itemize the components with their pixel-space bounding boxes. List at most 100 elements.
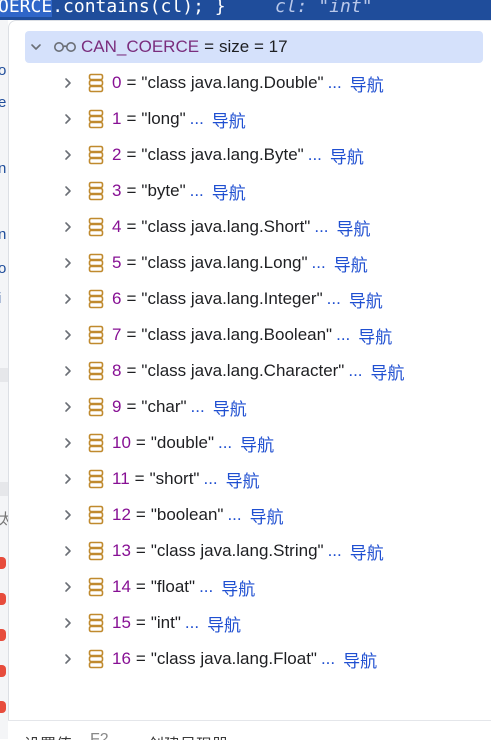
list-item[interactable]: 13 = "class java.lang.String"... 导航 bbox=[9, 533, 491, 569]
editor-code-rest: .contains(cl); } bbox=[52, 0, 226, 17]
item-index: 2 bbox=[112, 145, 122, 164]
expand-ellipsis[interactable]: ... bbox=[314, 217, 328, 237]
list-item[interactable]: 12 = "boolean"... 导航 bbox=[9, 497, 491, 533]
expand-ellipsis[interactable]: ... bbox=[227, 505, 241, 525]
expand-ellipsis[interactable]: ... bbox=[218, 433, 232, 453]
field-stack-icon bbox=[88, 289, 104, 309]
navigate-link[interactable]: 导航 bbox=[221, 575, 255, 600]
chevron-right-icon[interactable] bbox=[57, 252, 79, 274]
chevron-right-icon[interactable] bbox=[57, 432, 79, 454]
expand-ellipsis[interactable]: ... bbox=[191, 397, 205, 417]
list-item[interactable]: 9 = "char"... 导航 bbox=[9, 389, 491, 425]
expand-ellipsis[interactable]: ... bbox=[190, 181, 204, 201]
list-item[interactable]: 3 = "byte"... 导航 bbox=[9, 173, 491, 209]
navigate-link[interactable]: 导航 bbox=[334, 251, 368, 276]
breakpoint-marker[interactable] bbox=[0, 557, 6, 569]
expand-ellipsis[interactable]: ... bbox=[312, 253, 326, 273]
item-value: "class java.lang.Character" bbox=[141, 361, 345, 380]
field-stack-icon bbox=[88, 505, 104, 525]
list-item[interactable]: 10 = "double"... 导航 bbox=[9, 425, 491, 461]
navigate-link[interactable]: 导航 bbox=[212, 107, 246, 132]
chevron-right-icon[interactable] bbox=[57, 324, 79, 346]
gutter-band bbox=[0, 482, 8, 496]
navigate-link[interactable]: 导航 bbox=[212, 179, 246, 204]
expand-ellipsis[interactable]: ... bbox=[185, 613, 199, 633]
list-item[interactable]: 1 = "long"... 导航 bbox=[9, 101, 491, 137]
list-item[interactable]: 8 = "class java.lang.Character"... 导航 bbox=[9, 353, 491, 389]
chevron-right-icon[interactable] bbox=[57, 540, 79, 562]
expand-ellipsis[interactable]: ... bbox=[321, 649, 335, 669]
equals-sign: = bbox=[135, 613, 146, 632]
breakpoint-marker[interactable] bbox=[0, 593, 6, 605]
list-item[interactable]: 11 = "short"... 导航 bbox=[9, 461, 491, 497]
field-stack-icon bbox=[88, 397, 104, 417]
expand-ellipsis[interactable]: ... bbox=[190, 109, 204, 129]
chevron-right-icon[interactable] bbox=[57, 612, 79, 634]
gutter-char: n bbox=[0, 226, 7, 243]
field-stack-icon bbox=[88, 649, 104, 669]
item-value: "float" bbox=[150, 577, 196, 596]
expand-ellipsis[interactable]: ... bbox=[327, 289, 341, 309]
expand-ellipsis[interactable]: ... bbox=[336, 325, 350, 345]
list-item[interactable]: 7 = "class java.lang.Boolean"... 导航 bbox=[9, 317, 491, 353]
list-item[interactable]: 5 = "class java.lang.Long"... 导航 bbox=[9, 245, 491, 281]
navigate-link[interactable]: 导航 bbox=[213, 395, 247, 420]
equals-sign: = bbox=[135, 433, 146, 452]
equals-sign: = bbox=[135, 505, 146, 524]
chevron-right-icon[interactable] bbox=[57, 468, 79, 490]
item-index: 1 bbox=[112, 109, 122, 128]
breakpoint-marker[interactable] bbox=[0, 629, 6, 641]
item-value: "byte" bbox=[141, 181, 186, 200]
navigate-link[interactable]: 导航 bbox=[371, 359, 405, 384]
chevron-right-icon[interactable] bbox=[57, 648, 79, 670]
chevron-right-icon[interactable] bbox=[57, 180, 79, 202]
item-value: "class java.lang.String" bbox=[150, 541, 324, 560]
chevron-right-icon[interactable] bbox=[57, 288, 79, 310]
navigate-link[interactable]: 导航 bbox=[358, 323, 392, 348]
navigate-link[interactable]: 导航 bbox=[337, 215, 371, 240]
item-value: "short" bbox=[149, 469, 200, 488]
chevron-right-icon[interactable] bbox=[57, 504, 79, 526]
item-index: 12 bbox=[112, 505, 131, 524]
navigate-link[interactable]: 导航 bbox=[350, 539, 384, 564]
list-item[interactable]: 6 = "class java.lang.Integer"... 导航 bbox=[9, 281, 491, 317]
breakpoint-marker[interactable] bbox=[0, 665, 6, 677]
chevron-right-icon[interactable] bbox=[57, 108, 79, 130]
list-item[interactable]: 14 = "float"... 导航 bbox=[9, 569, 491, 605]
navigate-link[interactable]: 导航 bbox=[343, 647, 377, 672]
expand-ellipsis[interactable]: ... bbox=[328, 73, 342, 93]
list-item[interactable]: 0 = "class java.lang.Double"... 导航 bbox=[9, 65, 491, 101]
list-item[interactable]: 4 = "class java.lang.Short"... 导航 bbox=[9, 209, 491, 245]
navigate-link[interactable]: 导航 bbox=[250, 503, 284, 528]
chevron-right-icon[interactable] bbox=[57, 216, 79, 238]
tree-root-can-coerce[interactable]: CAN_COERCE = size = 17 bbox=[25, 31, 483, 63]
editor-code-line: OERCE.contains(cl); } cl: "int" bbox=[0, 0, 491, 20]
navigate-link[interactable]: 导航 bbox=[240, 431, 274, 456]
navigate-link[interactable]: 导航 bbox=[226, 467, 260, 492]
list-item[interactable]: 2 = "class java.lang.Byte"... 导航 bbox=[9, 137, 491, 173]
chevron-right-icon[interactable] bbox=[57, 144, 79, 166]
expand-ellipsis[interactable]: ... bbox=[199, 577, 213, 597]
chevron-right-icon[interactable] bbox=[57, 72, 79, 94]
navigate-link[interactable]: 导航 bbox=[330, 143, 364, 168]
gutter-char: o bbox=[0, 62, 7, 79]
item-index: 5 bbox=[112, 253, 122, 272]
breakpoint-marker[interactable] bbox=[0, 701, 6, 713]
expand-ellipsis[interactable]: ... bbox=[308, 145, 322, 165]
chevron-right-icon[interactable] bbox=[57, 360, 79, 382]
navigate-link[interactable]: 导航 bbox=[207, 611, 241, 636]
expand-ellipsis[interactable]: ... bbox=[203, 469, 217, 489]
field-stack-icon bbox=[88, 469, 104, 489]
chevron-right-icon[interactable] bbox=[57, 576, 79, 598]
chevron-down-icon[interactable] bbox=[25, 36, 47, 58]
expand-ellipsis[interactable]: ... bbox=[328, 541, 342, 561]
chevron-right-icon[interactable] bbox=[57, 396, 79, 418]
navigate-link[interactable]: 导航 bbox=[349, 287, 383, 312]
navigate-link[interactable]: 导航 bbox=[350, 71, 384, 96]
list-item[interactable]: 15 = "int"... 导航 bbox=[9, 605, 491, 641]
glasses-icon bbox=[53, 40, 77, 54]
expand-ellipsis[interactable]: ... bbox=[348, 361, 362, 381]
list-item[interactable]: 16 = "class java.lang.Float"... 导航 bbox=[9, 641, 491, 677]
item-index: 14 bbox=[112, 577, 131, 596]
item-index: 8 bbox=[112, 361, 122, 380]
